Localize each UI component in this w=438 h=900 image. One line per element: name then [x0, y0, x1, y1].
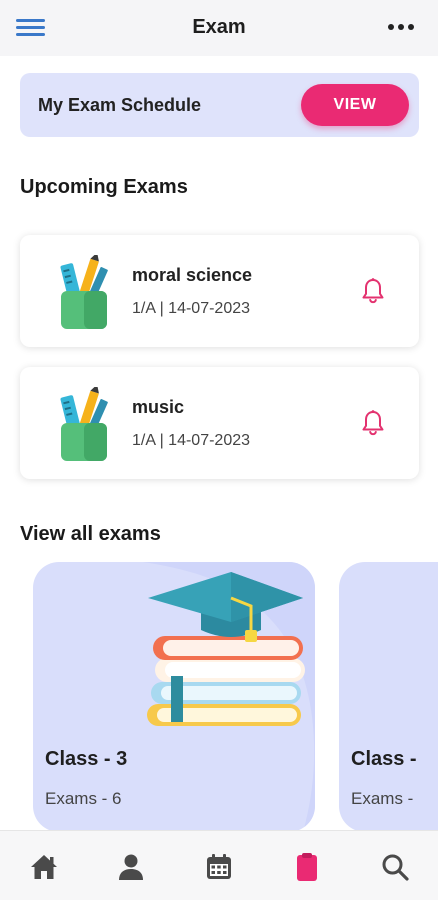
bottom-navigation — [0, 830, 438, 900]
graduation-cap-books-icon — [147, 572, 305, 726]
page-title: Exam — [192, 16, 246, 38]
pencil-cup-icon — [60, 255, 108, 329]
exam-card-music[interactable]: music 1/A | 14-07-2023 — [20, 367, 419, 479]
exam-schedule-title: My Exam Schedule — [38, 95, 202, 115]
clipboard-icon[interactable] — [292, 852, 322, 882]
profile-icon[interactable] — [116, 852, 146, 882]
class-name: Class - — [351, 748, 417, 770]
exam-class-date: 1/A | 14-07-2023 — [132, 300, 251, 317]
exam-name: moral science — [132, 265, 253, 285]
search-icon[interactable] — [380, 852, 410, 882]
bell-icon[interactable] — [361, 277, 385, 305]
class-card-3[interactable]: Class - 3 Exams - 6 — [33, 562, 315, 832]
calendar-icon[interactable] — [204, 852, 234, 882]
more-dots-icon[interactable] — [388, 24, 414, 30]
pencil-cup-icon — [60, 387, 108, 461]
exam-class-date: 1/A | 14-07-2023 — [132, 432, 251, 449]
class-exam-count: Exams - — [351, 789, 414, 808]
exam-schedule-card: My Exam Schedule VIEW — [20, 73, 419, 137]
bell-icon[interactable] — [361, 409, 385, 437]
app-header: Exam — [0, 0, 438, 56]
class-exam-count: Exams - 6 — [45, 789, 122, 808]
view-all-exams-heading: View all exams — [20, 523, 161, 545]
class-card-partial[interactable]: Class - Exams - — [339, 562, 438, 832]
exam-card-moral-science[interactable]: moral science 1/A | 14-07-2023 — [20, 235, 419, 347]
view-schedule-button[interactable]: VIEW — [301, 84, 409, 126]
class-name: Class - 3 — [45, 748, 128, 770]
upcoming-exams-heading: Upcoming Exams — [20, 176, 188, 198]
home-icon[interactable] — [29, 852, 59, 882]
exam-name: music — [132, 397, 185, 417]
